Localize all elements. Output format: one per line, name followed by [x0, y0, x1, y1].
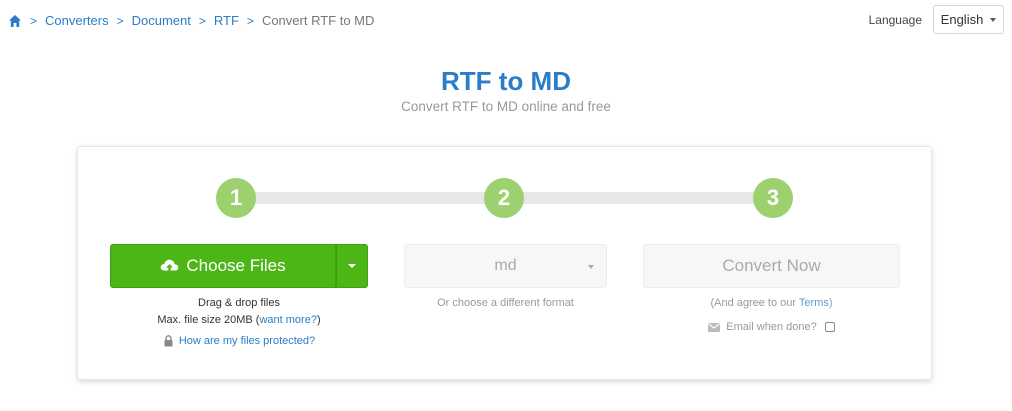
language-label: Language — [868, 12, 922, 27]
choose-files-label: Choose Files — [186, 256, 286, 275]
step-1-indicator: 1 — [216, 178, 256, 218]
agree-prefix: (And agree to our — [710, 297, 799, 309]
max-file-size-text: Max. file size 20MB (want more?) — [110, 314, 368, 326]
breadcrumb: > Converters > Document > RTF > Convert … — [8, 13, 374, 28]
terms-agreement-text: (And agree to our Terms) — [643, 297, 900, 309]
breadcrumb-current: Convert RTF to MD — [261, 13, 375, 28]
email-when-done-row: Email when done? — [643, 321, 900, 333]
envelope-icon — [708, 322, 721, 332]
want-more-link[interactable]: want more? — [259, 314, 316, 326]
home-icon[interactable] — [8, 14, 22, 28]
cloud-upload-icon — [161, 259, 179, 274]
breadcrumb-rtf[interactable]: RTF — [214, 13, 239, 28]
choose-files-button[interactable]: Choose Files — [110, 244, 336, 288]
language-dropdown[interactable]: English — [933, 5, 1004, 34]
chevron-down-icon — [588, 265, 594, 269]
page-title: RTF to MD — [441, 66, 571, 96]
lock-icon — [164, 335, 173, 347]
files-protected-row: How are my files protected? — [110, 335, 368, 347]
chevron-down-icon — [990, 17, 997, 22]
max-size-prefix: Max. file size 20MB ( — [157, 314, 260, 326]
step-2-indicator: 2 — [484, 178, 524, 218]
format-selected: md — [494, 257, 517, 274]
converter-card: 1 2 3 Choose Files Drag & drop files Max… — [77, 146, 932, 380]
terms-link[interactable]: Terms — [799, 297, 829, 309]
breadcrumb-separator: > — [116, 13, 124, 28]
page-subtitle: Convert RTF to MD online and free — [401, 99, 611, 114]
breadcrumb-converters[interactable]: Converters — [45, 13, 109, 28]
format-select[interactable]: md — [404, 244, 607, 288]
convert-now-button[interactable]: Convert Now — [643, 244, 900, 288]
email-when-done-label: Email when done? — [726, 321, 817, 333]
choose-files-group: Choose Files — [110, 244, 368, 288]
agree-suffix: ) — [828, 297, 833, 309]
breadcrumb-document[interactable]: Document — [132, 13, 191, 28]
drag-drop-text: Drag & drop files — [198, 297, 280, 309]
max-size-suffix: ) — [316, 314, 321, 326]
language-selector: Language English — [869, 5, 1004, 34]
language-selected: English — [940, 12, 984, 27]
breadcrumb-separator: > — [30, 13, 38, 28]
step-3-indicator: 3 — [753, 178, 793, 218]
email-when-done-checkbox[interactable] — [824, 322, 835, 332]
choose-files-source-dropdown[interactable] — [336, 244, 368, 288]
breadcrumb-separator: > — [198, 13, 206, 28]
breadcrumb-separator: > — [246, 13, 254, 28]
top-bar: > Converters > Document > RTF > Convert … — [0, 0, 1012, 40]
format-hint: Or choose a different format — [437, 297, 574, 309]
files-protected-link[interactable]: How are my files protected? — [179, 335, 315, 347]
chevron-down-icon — [348, 264, 356, 268]
